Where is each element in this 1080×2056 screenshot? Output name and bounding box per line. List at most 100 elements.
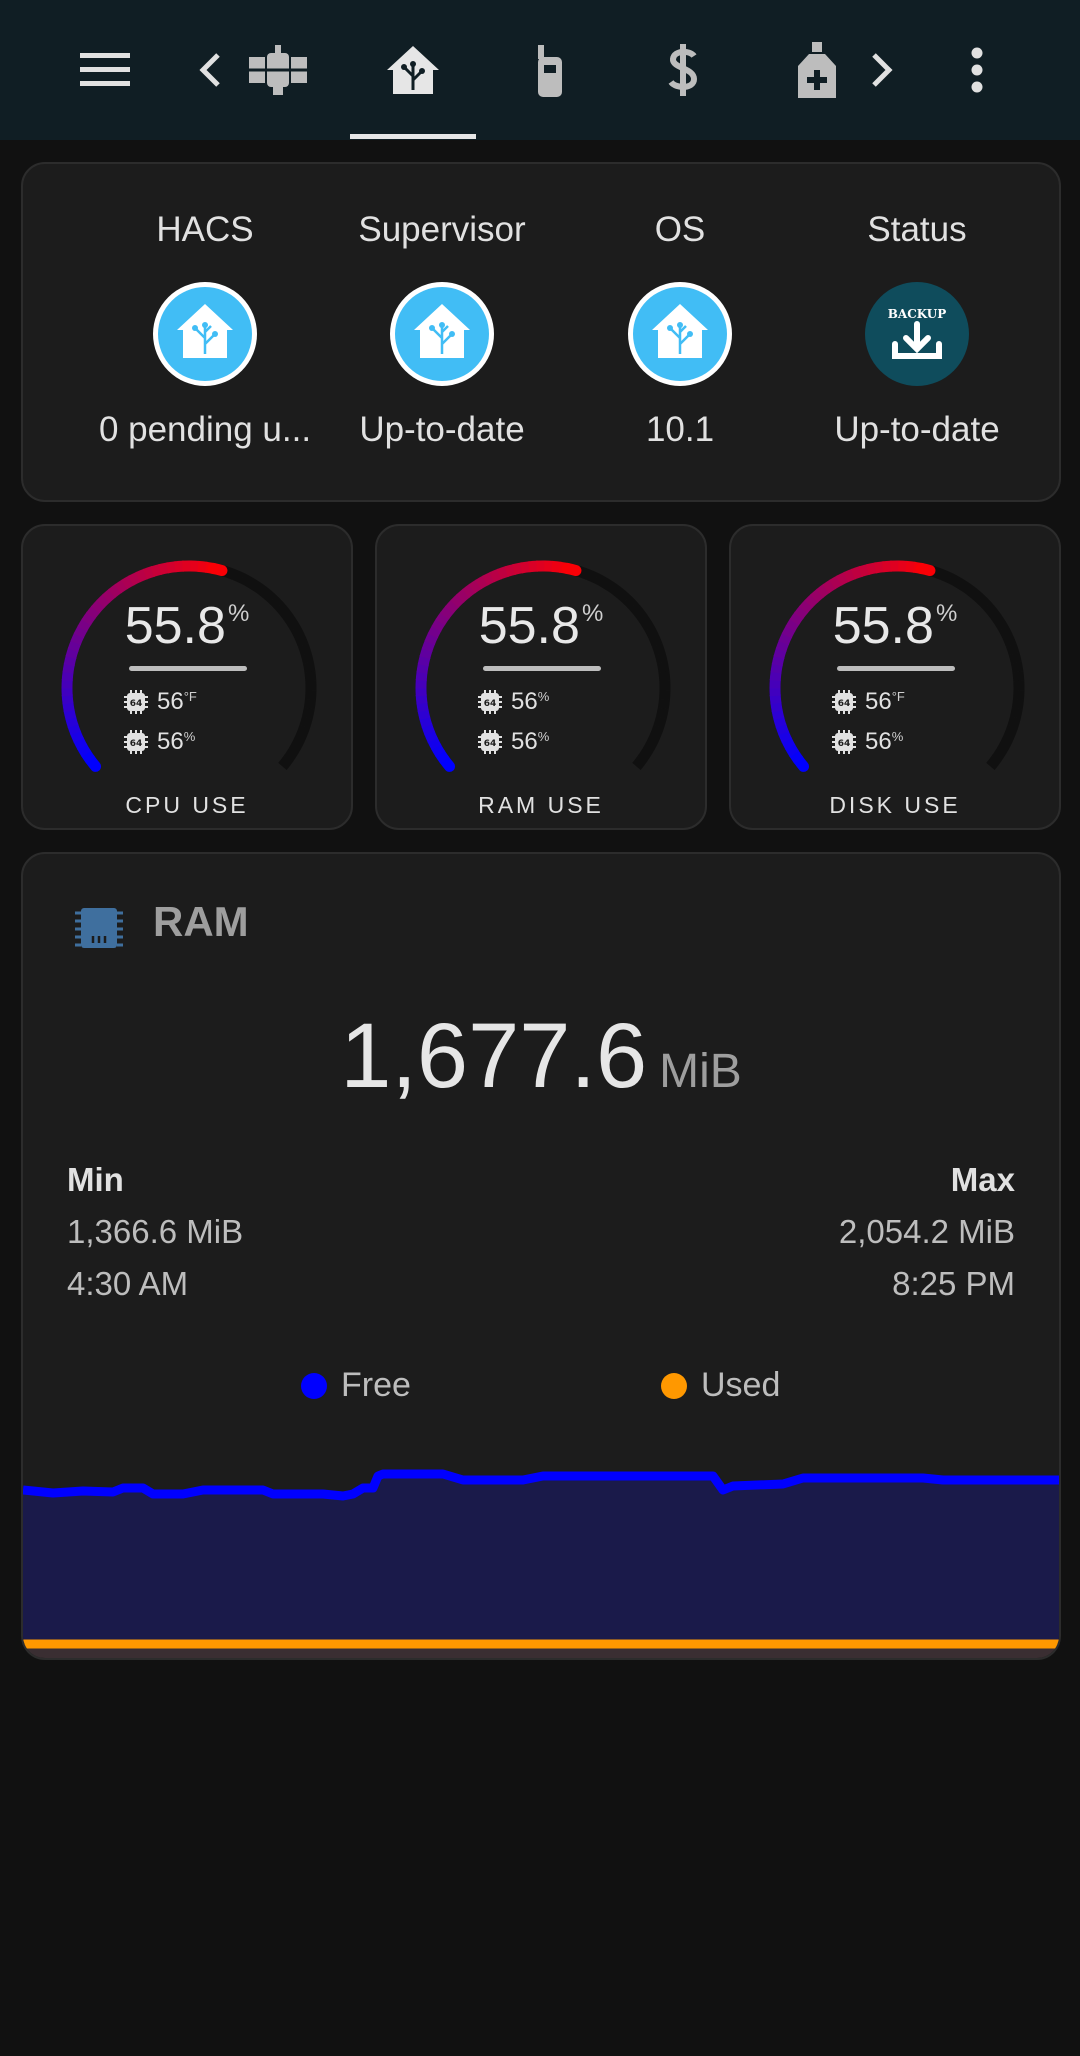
gauge-value-segment (843, 568, 857, 583)
min-label: Min (67, 1161, 124, 1198)
home-assistant-logo-icon (390, 282, 494, 386)
gauge-track-segment (240, 573, 254, 588)
max-stat: Max 2,054.2 MiB 8:25 PM (839, 1154, 1015, 1310)
gauge-sub-row: 64 56% (123, 726, 195, 758)
gauge-arc (769, 560, 1025, 772)
gauge-sub-value: 56 (511, 728, 538, 755)
gauge-value-segment (769, 694, 782, 705)
scroll-tabs-left-button[interactable] (190, 0, 230, 140)
gauge-value-segment (424, 730, 438, 743)
gauge-track-segment (1010, 707, 1023, 719)
status-item-os[interactable]: OS 10.1 (561, 164, 799, 504)
gauge-track-segment (637, 748, 652, 763)
gauge-track-segment (302, 707, 315, 719)
tab-medical[interactable] (782, 0, 852, 140)
gauge-value-segment (114, 579, 129, 594)
tab-phone[interactable] (515, 0, 585, 140)
disk-gauge-card[interactable]: 55.8% 64 56°F 64 56% DISK USE (729, 524, 1061, 830)
gauge-sub-unit: °F (183, 689, 197, 704)
gauge-track-segment (963, 583, 978, 598)
medical-bottle-icon (798, 42, 836, 98)
gauge-value-segment (475, 575, 489, 590)
gauge-track-segment (247, 577, 262, 593)
gauge-track-segment (304, 689, 317, 700)
status-item-value: Up-to-date (834, 410, 1000, 449)
gauge-value-row: 55.8% (731, 596, 1059, 656)
overflow-menu-button[interactable] (955, 0, 999, 140)
gauge-value-segment (829, 575, 843, 590)
home-assistant-logo-icon (628, 282, 732, 386)
svg-text:64: 64 (484, 699, 497, 709)
legend-dot (301, 1372, 327, 1399)
gauge-value-segment (489, 568, 503, 583)
update-status-card: HACS 0 pending u... Supervisor Up-to-dat… (21, 162, 1061, 502)
gauge-value-segment (417, 654, 431, 667)
gauge-track-segment (656, 707, 669, 719)
gauge-value-segment (784, 743, 800, 757)
legend-item-used[interactable]: Used (661, 1366, 780, 1405)
gauge-sub-row: 64 56°F (123, 686, 197, 718)
gauge-value-segment (67, 723, 81, 736)
gauge-value-segment (822, 579, 837, 594)
top-app-bar (0, 0, 1080, 140)
gauge-value-segment (415, 694, 428, 705)
current-value: 1,677.6 MiB (23, 1004, 1059, 1109)
gauge-value-segment (135, 568, 149, 583)
gauge-sub-value: 56 (865, 728, 892, 755)
gauge-value-segment (121, 575, 135, 590)
svg-text:64: 64 (130, 699, 143, 709)
tab-satellite[interactable] (240, 0, 315, 140)
status-item-supervisor[interactable]: Supervisor Up-to-date (323, 164, 561, 504)
chip-64-icon: 64 (124, 730, 148, 754)
home-assistant-logo-icon (153, 282, 257, 386)
scroll-tabs-right-button[interactable] (862, 0, 902, 140)
gauge-sub-row: 64 56% (477, 726, 549, 758)
gauge-value-segment (142, 566, 156, 580)
status-item-hacs[interactable]: HACS 0 pending u... (86, 164, 324, 504)
tab-money[interactable] (648, 0, 718, 140)
backup-badge-text: BACKUP (888, 307, 947, 321)
gauge-track-segment (292, 732, 307, 746)
status-item-value: 0 pending u... (98, 410, 312, 449)
gauge-sub-unit: % (183, 729, 196, 744)
gauge-sub-row: 64 56°F (831, 686, 905, 718)
gauge-track-segment (1007, 716, 1021, 729)
gauge-divider (837, 666, 955, 671)
gauge-track-segment (304, 670, 317, 682)
gauge-unit: % (581, 600, 604, 627)
ram-history-graph (23, 1450, 1059, 1658)
gauge-track-segment (585, 569, 599, 584)
ram-gauge-card[interactable]: 55.8% 64 56% 64 56% RAM USE (375, 524, 707, 830)
max-value: 2,054.2 MiB (838, 1213, 1015, 1250)
cpu-gauge-card[interactable]: 55.8% 64 56°F 64 56% CPU USE (21, 524, 353, 830)
min-value: 1,366.6 MiB (67, 1213, 244, 1250)
gauge-value-segment (874, 561, 885, 574)
gauge-track-segment (1004, 724, 1019, 738)
gauge-track-segment (1012, 689, 1025, 700)
gauge-value-segment (150, 563, 163, 577)
gauge-value-segment (905, 560, 916, 573)
gauge-value-segment (858, 563, 871, 577)
svg-text:64: 64 (838, 699, 851, 709)
gauge-track-segment (646, 732, 661, 746)
status-item-title: OS (654, 210, 706, 249)
gauge-value-segment (770, 701, 783, 713)
gauge-value-segment (61, 694, 74, 705)
menu-button[interactable] (70, 0, 140, 140)
gauge-value-segment (781, 736, 796, 751)
ram-history-card[interactable]: RAM 1,677.6 MiB Min 1,366.6 MiB 4:30 AM M… (21, 852, 1061, 1660)
gauge-track-segment (939, 569, 953, 584)
gauge-unit: % (227, 600, 250, 627)
tab-home[interactable] (375, 0, 451, 140)
gauge-value-segment (430, 743, 446, 757)
gauge-label: CPU USE (125, 792, 249, 818)
dots-vertical-icon (971, 47, 983, 93)
status-item-backup[interactable]: Status BACKUP Up-to-date (798, 164, 1036, 504)
gauge-value-segment (866, 562, 878, 575)
gauge-sub-row: 64 56% (831, 726, 903, 758)
backup-icon: BACKUP (865, 282, 969, 386)
gauge-track-segment (299, 716, 313, 729)
gauge-label: RAM USE (478, 792, 604, 818)
gauge-value-segment (128, 571, 142, 586)
legend-item-free[interactable]: Free (301, 1366, 411, 1405)
